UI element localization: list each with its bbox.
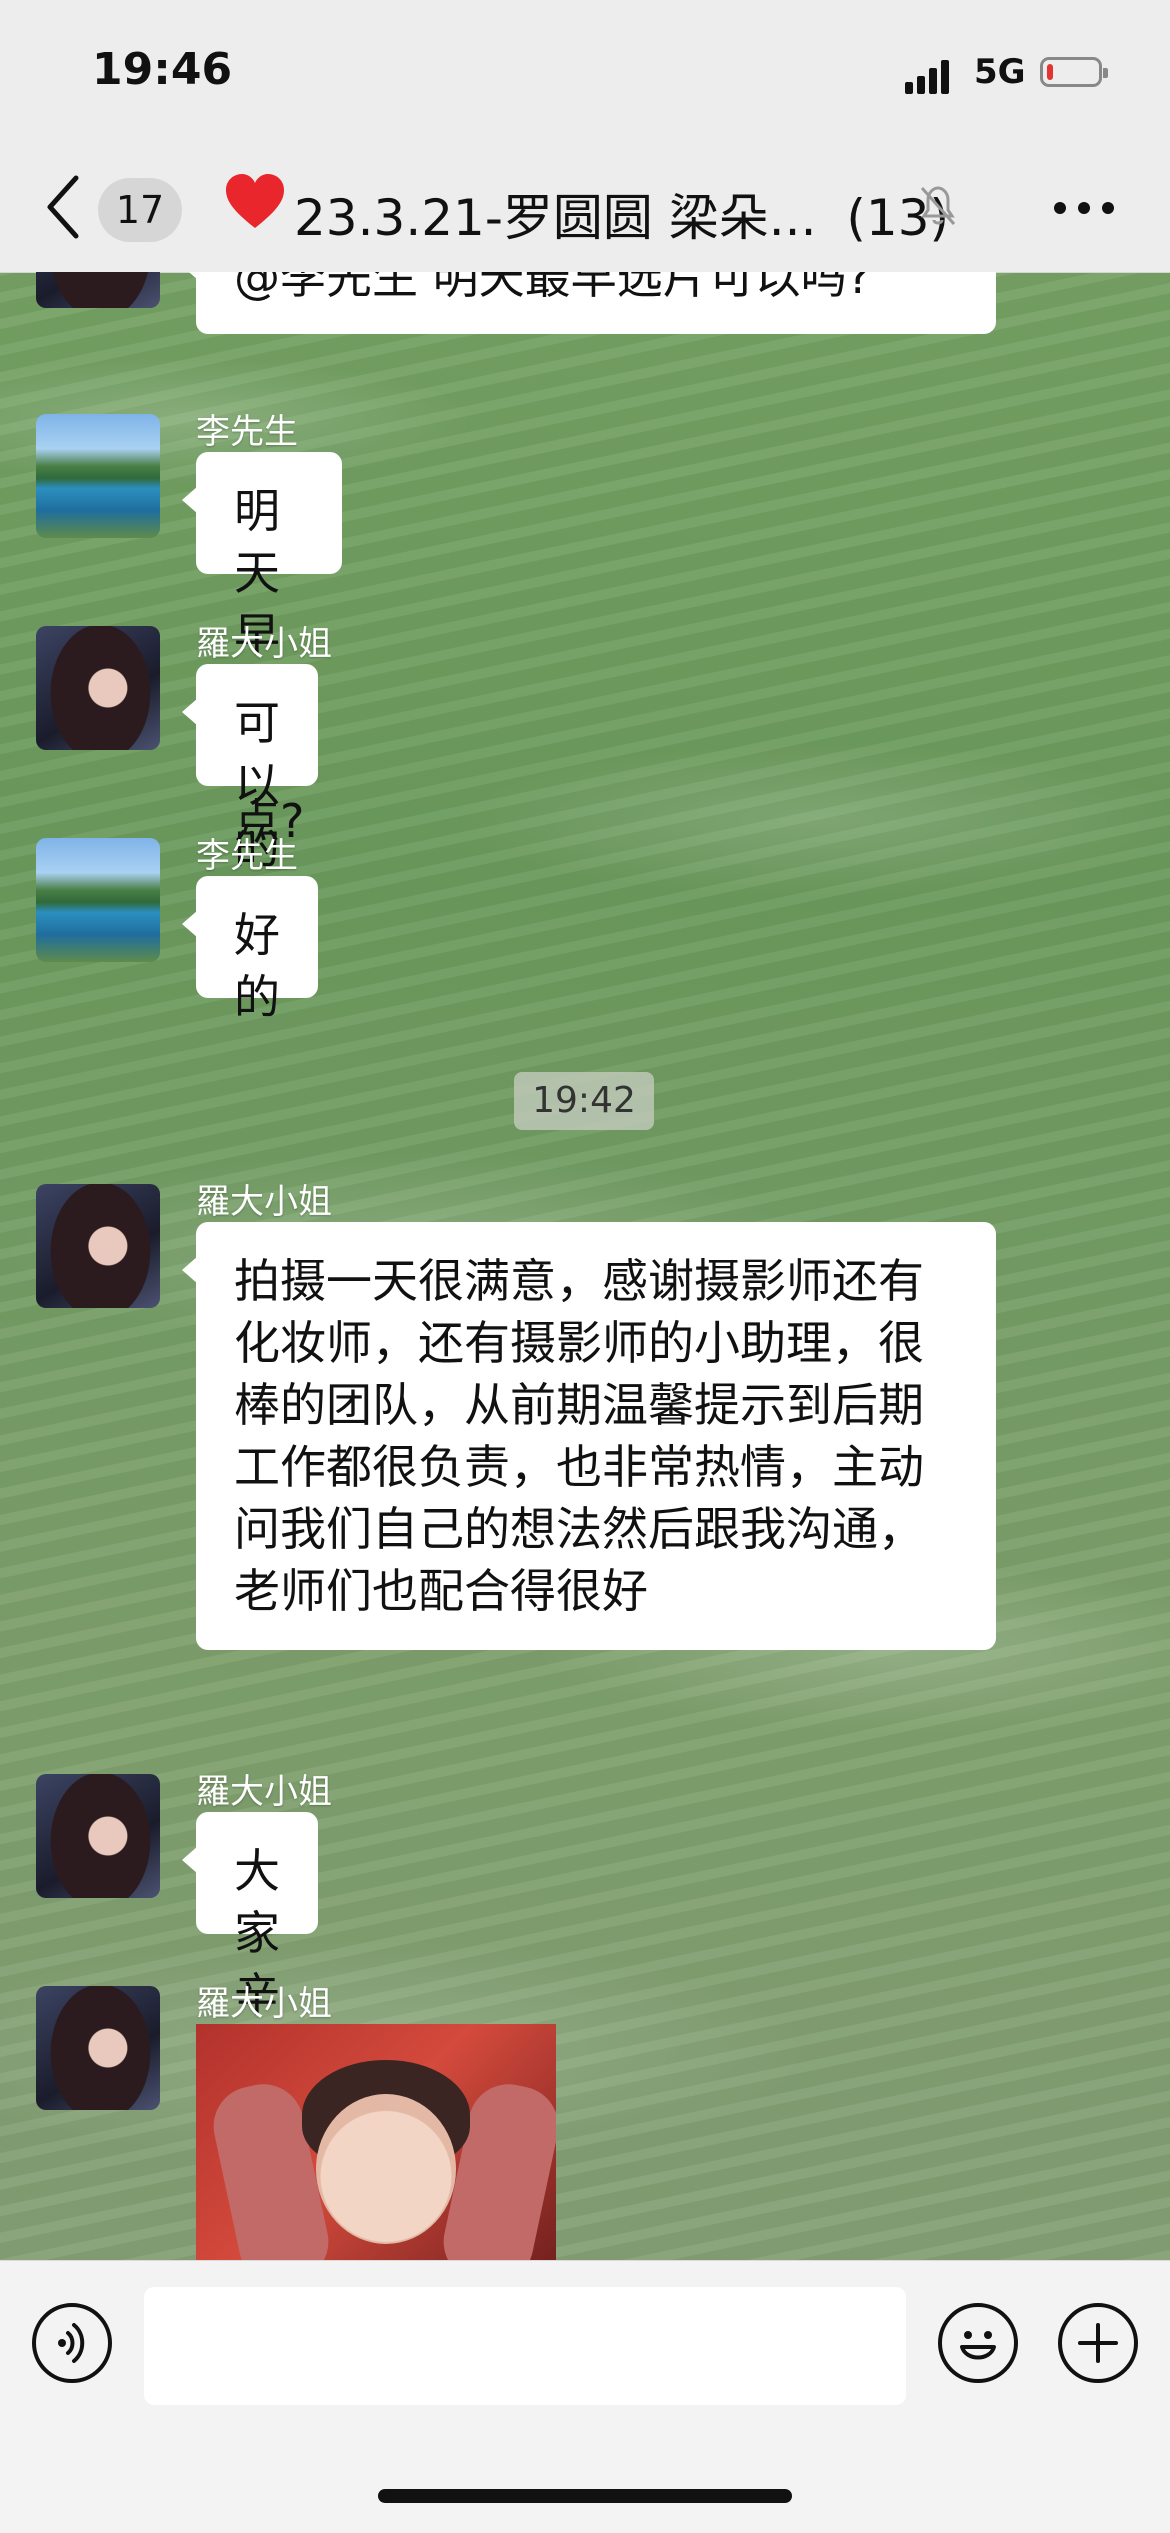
message-bubble[interactable]: @李先生 明天最早选片可以吗? bbox=[182, 272, 996, 334]
mute-bell-icon bbox=[920, 186, 956, 225]
chat-message-list[interactable]: @李先生 明天最早选片可以吗? 李先生 明天早上８点? 羅大小姐 可以的 李先生… bbox=[0, 272, 1170, 2260]
voice-icon[interactable] bbox=[32, 2303, 112, 2383]
heart-icon bbox=[226, 174, 284, 228]
sender-name: 羅大小姐 bbox=[196, 1772, 332, 1812]
avatar[interactable] bbox=[36, 1184, 160, 1308]
avatar[interactable] bbox=[36, 626, 160, 750]
timestamp-divider: 19:42 bbox=[514, 1072, 654, 1130]
sender-name: 李先生 bbox=[196, 836, 298, 876]
top-bar: 19:46 5G 17 23.3.21-罗圆圆 梁朵... (13) bbox=[0, 0, 1170, 273]
chevron-left-icon[interactable] bbox=[42, 172, 84, 242]
sender-name: 李先生 bbox=[196, 412, 298, 452]
input-bar bbox=[0, 2260, 1170, 2533]
avatar[interactable] bbox=[36, 272, 160, 308]
avatar[interactable] bbox=[36, 838, 160, 962]
sender-name: 羅大小姐 bbox=[196, 1984, 332, 2024]
sender-name: 羅大小姐 bbox=[196, 1182, 332, 1222]
sender-name: 羅大小姐 bbox=[196, 624, 332, 664]
more-icon[interactable] bbox=[1054, 202, 1114, 216]
message-bubble[interactable]: 好的 bbox=[182, 876, 318, 1024]
avatar[interactable] bbox=[36, 1986, 160, 2110]
chat-title-text: 23.3.21-罗圆圆 梁朵... bbox=[294, 189, 817, 247]
network-label: 5G bbox=[974, 52, 1026, 92]
message-bubble[interactable]: 明天早上８点? bbox=[181, 452, 343, 848]
chat-title[interactable]: 23.3.21-罗圆圆 梁朵... (13) bbox=[294, 178, 949, 250]
message-input[interactable] bbox=[144, 2287, 906, 2405]
emoji-icon[interactable] bbox=[938, 2303, 1018, 2383]
unread-count-badge[interactable]: 17 bbox=[98, 178, 182, 242]
message-bubble[interactable]: 拍摄一天很满意，感谢摄影师还有化妆师，还有摄影师的小助理，很棒的团队，从前期温馨… bbox=[182, 1222, 996, 1650]
signal-icon bbox=[905, 58, 957, 94]
home-indicator bbox=[378, 2489, 792, 2503]
message-bubble[interactable]: 可以的 bbox=[182, 664, 318, 874]
plus-icon[interactable] bbox=[1058, 2303, 1138, 2383]
battery-fill bbox=[1047, 64, 1053, 80]
image-message[interactable] bbox=[196, 2024, 556, 2260]
status-time: 19:46 bbox=[92, 44, 233, 95]
avatar[interactable] bbox=[36, 414, 160, 538]
avatar[interactable] bbox=[36, 1774, 160, 1898]
message-bubble[interactable]: 大家辛苦啦 bbox=[182, 1812, 318, 2146]
battery-icon bbox=[1040, 57, 1108, 87]
